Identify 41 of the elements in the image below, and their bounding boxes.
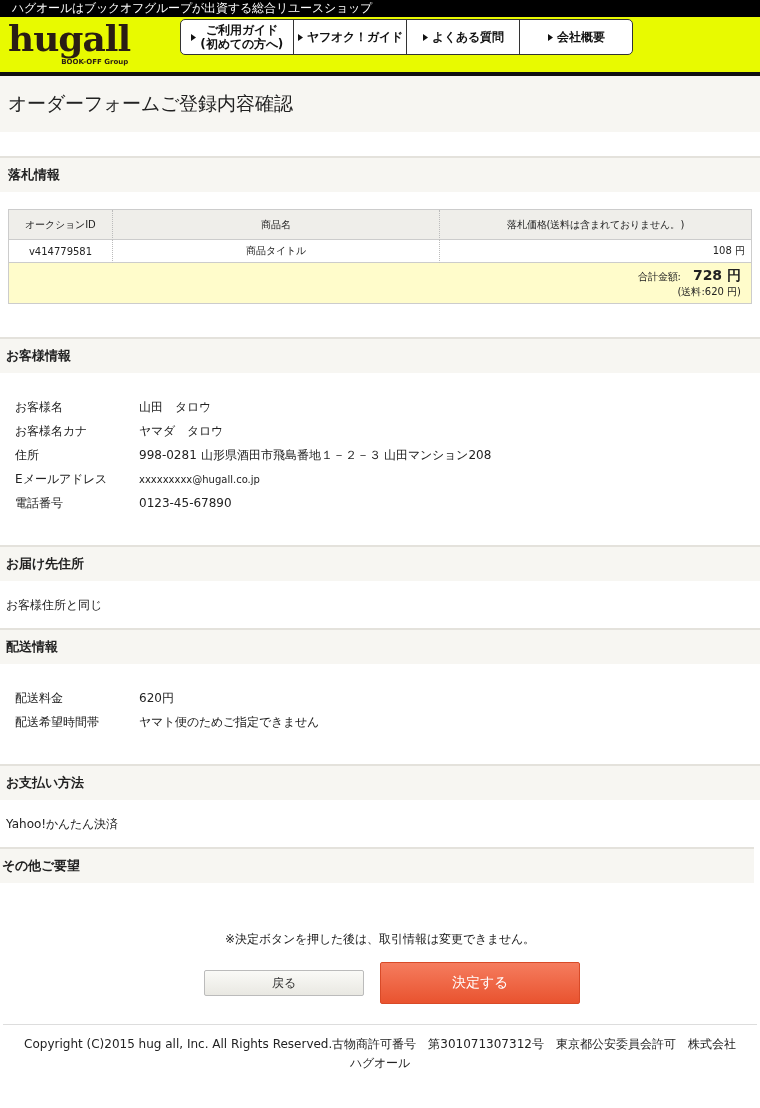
field-value: 山田 タロウ (139, 398, 212, 416)
section-title: お客様情報 (6, 347, 71, 365)
triangle-icon (422, 33, 428, 41)
nav-link[interactable]: ヤフオク！ガイド (293, 20, 407, 54)
field-value: 620円 (139, 689, 175, 707)
triangle-icon (547, 33, 553, 41)
triangle-icon (297, 33, 303, 41)
column-header: オークションID (9, 210, 112, 240)
section-title: お支払い方法 (6, 774, 84, 792)
nav-link[interactable]: ご利用ガイド (初めての方へ) (181, 20, 294, 54)
field-value: ヤマダ タロウ (139, 422, 224, 440)
delivery-address-text: お客様住所と同じ (5, 597, 103, 614)
total-label: 合計金額: (637, 270, 681, 284)
field-label: 住所 (15, 446, 40, 464)
page-title: オーダーフォームご登録内容確認 (8, 91, 293, 116)
copyright-text: Copyright (C)2015 hug all, Inc. All Rights Reserved.古物商許可番号 第301071307312号 東京都公安委員会許可 株式会社ハグオール (24, 1037, 736, 1070)
tagline: ハグオールはブックオフグループが出資する総合リユースショップ (12, 1, 372, 16)
field-label: お客様名カナ (15, 422, 88, 440)
field-label: 配送料金 (15, 689, 64, 707)
shipping-note: (送料:620 円) (677, 285, 741, 299)
field-label: お客様名 (15, 398, 64, 416)
triangle-icon (191, 33, 197, 41)
section-title: お届け先住所 (6, 555, 84, 573)
field-value: 0123-45-67890 (139, 496, 233, 510)
column-header: 商品名 (112, 210, 439, 240)
field-value: ヤマト便のためご指定できません (139, 713, 320, 731)
field-label: Eメールアドレス (15, 470, 108, 488)
payment-method-text: Yahoo!かんたん決済 (5, 816, 120, 833)
back-button[interactable]: 戻る (204, 970, 364, 996)
total-amount: 728 円 (692, 267, 741, 285)
field-value: xxxxxxxxx@hugall.co.jp (139, 473, 261, 485)
field-label: 電話番号 (15, 494, 64, 512)
notice-text: ※決定ボタンを押した後は、取引情報は変更できません。 (223, 931, 537, 948)
field-value: 998-0281 山形県酒田市飛島番地１－２－３ 山田マンション208 (139, 446, 493, 464)
section-title: 落札情報 (8, 166, 60, 184)
field-label: 配送希望時間帯 (15, 713, 100, 731)
nav-link[interactable]: 会社概要 (519, 20, 633, 54)
section-title: その他ご要望 (2, 857, 80, 875)
nav-link[interactable]: よくある質問 (406, 20, 520, 54)
section-title: 配送情報 (6, 638, 58, 656)
column-header: 落札価格(送料は含まれておりません。) (439, 210, 751, 240)
